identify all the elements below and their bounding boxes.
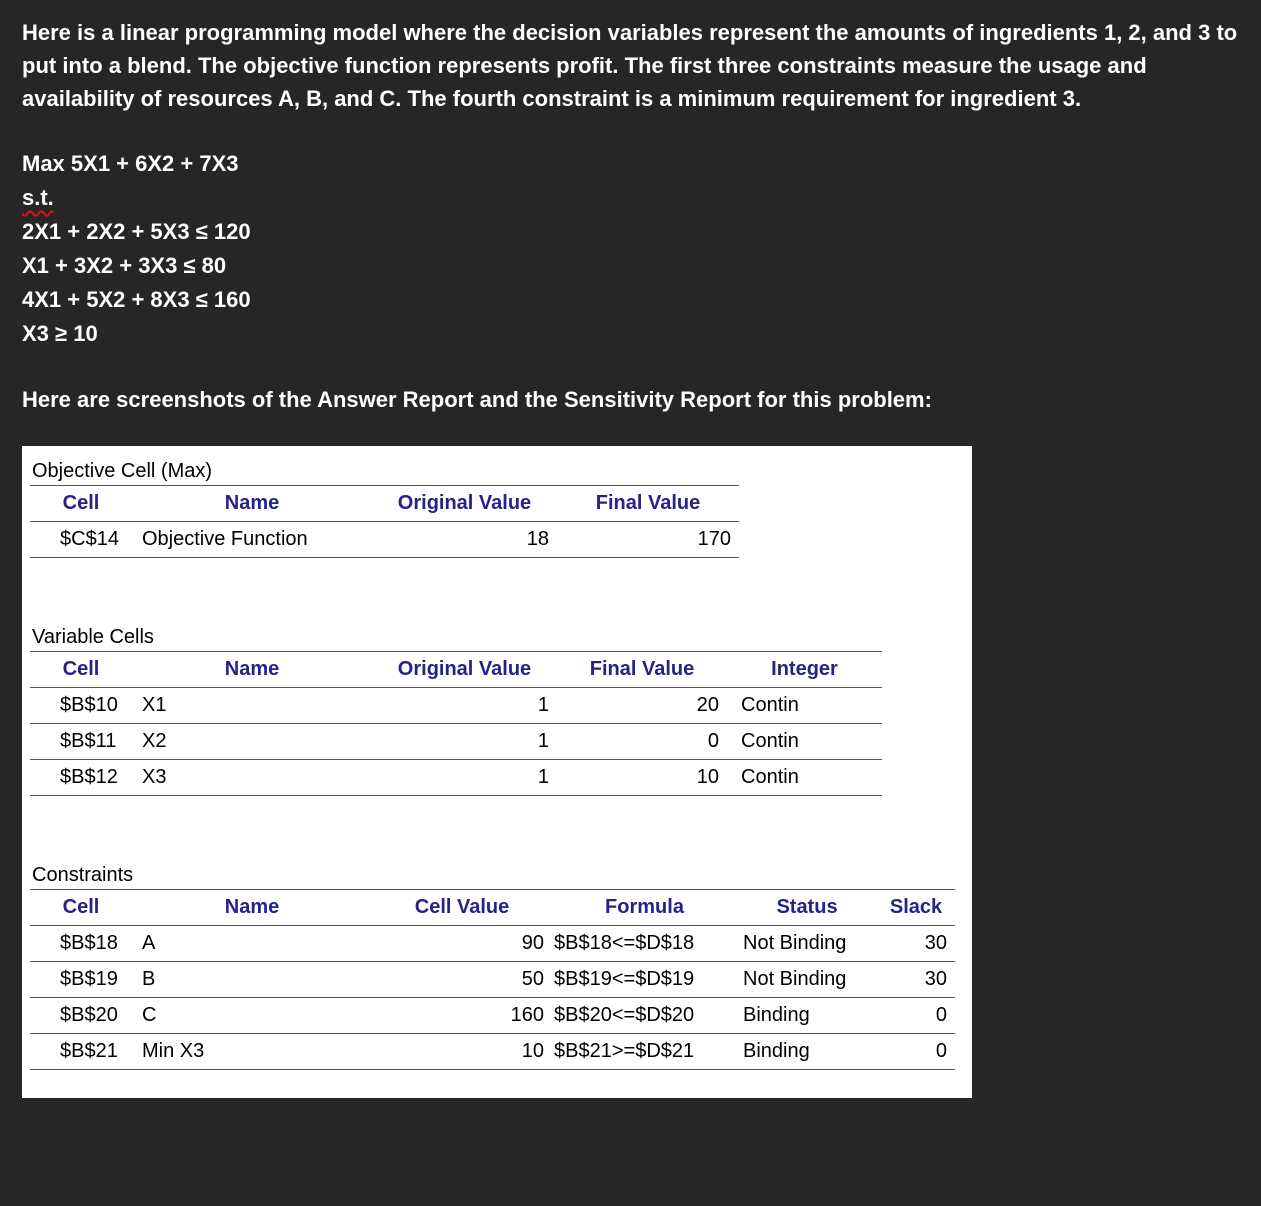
column-header-name: Name bbox=[132, 485, 372, 522]
slack: 0 bbox=[877, 997, 955, 1034]
final-value: 0 bbox=[557, 723, 727, 760]
cell-value: 90 bbox=[372, 925, 552, 962]
cell-value: 160 bbox=[372, 997, 552, 1034]
status: Binding bbox=[737, 1033, 877, 1070]
status: Not Binding bbox=[737, 925, 877, 962]
constraint-line-2: X1 + 3X2 + 3X3 ≤ 80 bbox=[22, 253, 227, 278]
intro-paragraph: Here is a linear programming model where… bbox=[22, 20, 1238, 111]
lp-model: Max 5X1 + 6X2 + 7X3 s.t. 2X1 + 2X2 + 5X3… bbox=[22, 147, 1239, 351]
original-value: 18 bbox=[372, 521, 557, 558]
column-header-cell: Cell bbox=[30, 485, 132, 522]
column-header-formula: Formula bbox=[552, 889, 737, 926]
formula: $B$21>=$D$21 bbox=[552, 1033, 737, 1070]
cell-ref: $B$18 bbox=[30, 925, 132, 962]
cell-ref: $C$14 bbox=[30, 521, 132, 558]
variables-table: Cell Name Original Value Final Value Int… bbox=[30, 651, 882, 796]
column-header-cell-value: Cell Value bbox=[372, 889, 552, 926]
column-header-integer: Integer bbox=[727, 651, 882, 688]
row-name: A bbox=[132, 925, 372, 962]
variable-cells-section: Variable Cells Cell Name Original Value … bbox=[30, 626, 972, 796]
row-name: B bbox=[132, 961, 372, 998]
constraints-header-row: Cell Name Cell Value Formula Status Slac… bbox=[30, 889, 955, 926]
objective-cell-section: Objective Cell (Max) Cell Name Original … bbox=[30, 460, 972, 558]
table-row: $B$10 X1 1 20 Contin bbox=[30, 687, 882, 724]
original-value: 1 bbox=[372, 759, 557, 796]
cell-ref: $B$20 bbox=[30, 997, 132, 1034]
column-header-slack: Slack bbox=[877, 889, 955, 926]
integer-type: Contin bbox=[727, 687, 882, 724]
table-row: $B$19 B 50 $B$19<=$D$19 Not Binding 30 bbox=[30, 961, 955, 998]
slack: 0 bbox=[877, 1033, 955, 1070]
cell-value: 50 bbox=[372, 961, 552, 998]
column-header-name: Name bbox=[132, 889, 372, 926]
column-header-status: Status bbox=[737, 889, 877, 926]
row-name: X3 bbox=[132, 759, 372, 796]
original-value: 1 bbox=[372, 723, 557, 760]
final-value: 20 bbox=[557, 687, 727, 724]
final-value: 170 bbox=[557, 521, 739, 558]
variables-header-row: Cell Name Original Value Final Value Int… bbox=[30, 651, 882, 688]
cell-value: 10 bbox=[372, 1033, 552, 1070]
column-header-final-value: Final Value bbox=[557, 485, 739, 522]
subject-to-word: s.t. bbox=[22, 185, 54, 210]
slack: 30 bbox=[877, 961, 955, 998]
column-header-cell: Cell bbox=[30, 651, 132, 688]
section-title-constraints: Constraints bbox=[32, 864, 134, 886]
cell-ref: $B$12 bbox=[30, 759, 132, 796]
objective-table: Cell Name Original Value Final Value $C$… bbox=[30, 485, 739, 558]
column-header-original-value: Original Value bbox=[372, 651, 557, 688]
original-value: 1 bbox=[372, 687, 557, 724]
integer-type: Contin bbox=[727, 723, 882, 760]
final-value: 10 bbox=[557, 759, 727, 796]
page: Here is a linear programming model where… bbox=[0, 0, 1261, 1098]
table-row: $B$20 C 160 $B$20<=$D$20 Binding 0 bbox=[30, 997, 955, 1034]
row-name: X2 bbox=[132, 723, 372, 760]
column-header-original-value: Original Value bbox=[372, 485, 557, 522]
table-row: $B$11 X2 1 0 Contin bbox=[30, 723, 882, 760]
table-row: $B$21 Min X3 10 $B$21>=$D$21 Binding 0 bbox=[30, 1033, 955, 1070]
status: Not Binding bbox=[737, 961, 877, 998]
constraint-line-1: 2X1 + 2X2 + 5X3 ≤ 120 bbox=[22, 219, 251, 244]
cell-ref: $B$11 bbox=[30, 723, 132, 760]
cell-ref: $B$19 bbox=[30, 961, 132, 998]
reports-intro-line: Here are screenshots of the Answer Repor… bbox=[22, 387, 932, 412]
column-header-final-value: Final Value bbox=[557, 651, 727, 688]
cell-ref: $B$21 bbox=[30, 1033, 132, 1070]
section-title-objective: Objective Cell (Max) bbox=[32, 460, 213, 482]
row-name: C bbox=[132, 997, 372, 1034]
subject-to-line: s.t. bbox=[22, 181, 1239, 215]
row-name: X1 bbox=[132, 687, 372, 724]
constraints-table: Cell Name Cell Value Formula Status Slac… bbox=[30, 889, 955, 1070]
table-row: $C$14 Objective Function 18 170 bbox=[30, 521, 739, 558]
cell-ref: $B$10 bbox=[30, 687, 132, 724]
status: Binding bbox=[737, 997, 877, 1034]
objective-header-row: Cell Name Original Value Final Value bbox=[30, 485, 739, 522]
column-header-name: Name bbox=[132, 651, 372, 688]
objective-function-line: Max 5X1 + 6X2 + 7X3 bbox=[22, 151, 239, 176]
row-name: Objective Function bbox=[132, 521, 372, 558]
column-header-cell: Cell bbox=[30, 889, 132, 926]
formula: $B$19<=$D$19 bbox=[552, 961, 737, 998]
row-name: Min X3 bbox=[132, 1033, 372, 1070]
formula: $B$18<=$D$18 bbox=[552, 925, 737, 962]
table-row: $B$18 A 90 $B$18<=$D$18 Not Binding 30 bbox=[30, 925, 955, 962]
integer-type: Contin bbox=[727, 759, 882, 796]
formula: $B$20<=$D$20 bbox=[552, 997, 737, 1034]
slack: 30 bbox=[877, 925, 955, 962]
constraint-line-3: 4X1 + 5X2 + 8X3 ≤ 160 bbox=[22, 287, 251, 312]
constraints-section: Constraints Cell Name Cell Value Formula… bbox=[30, 864, 972, 1070]
constraint-line-4: X3 ≥ 10 bbox=[22, 321, 98, 346]
section-title-variables: Variable Cells bbox=[32, 626, 154, 648]
table-row: $B$12 X3 1 10 Contin bbox=[30, 759, 882, 796]
answer-report-screenshot: Objective Cell (Max) Cell Name Original … bbox=[22, 446, 972, 1098]
